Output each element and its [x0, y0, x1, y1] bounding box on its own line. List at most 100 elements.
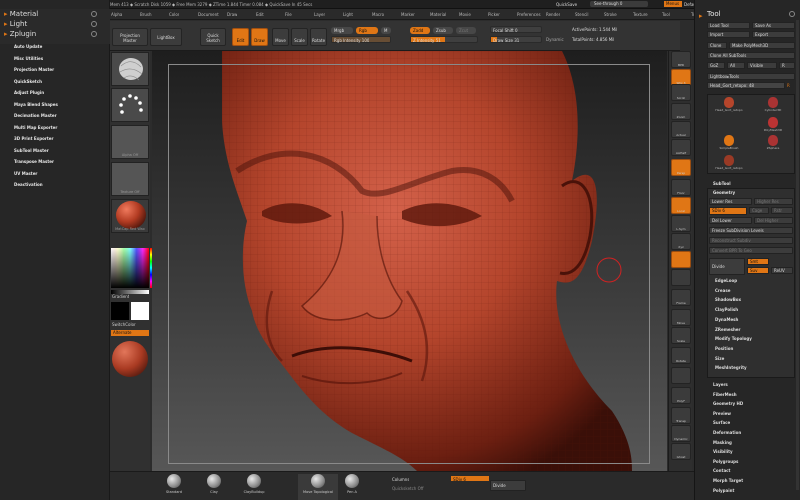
rotate-button[interactable]: Rotate — [310, 28, 327, 46]
clone-button[interactable]: Clone — [707, 42, 727, 49]
plugin-multi-map-exporter[interactable]: Multi Map Exporter — [14, 125, 57, 130]
plugin-uv-master[interactable]: UV Master — [14, 171, 37, 176]
del-lower-button[interactable]: Del Lower — [709, 217, 752, 224]
focal-shift-slider[interactable]: Focal Shift 0 — [490, 26, 542, 33]
tool-r-button[interactable]: R — [787, 83, 790, 88]
view-button-dynamic[interactable]: Dynamic — [671, 425, 691, 442]
geometry-meshintegrity[interactable]: MeshIntegrity — [715, 365, 747, 370]
cage-button[interactable]: Cage — [749, 207, 769, 214]
goz-all-button[interactable]: All — [727, 62, 745, 69]
divide-button[interactable]: Divide — [709, 258, 745, 275]
reconstruct-subdiv-button[interactable]: Reconstruct Subdiv — [709, 237, 793, 244]
plugin-quicksketch[interactable]: QuickSketch — [14, 79, 42, 84]
zplugin-tab[interactable]: ▸ Zplugin — [4, 30, 36, 39]
tool-section-polypaint[interactable]: Polypaint — [713, 488, 734, 493]
view-button-zoom[interactable]: Zoom — [671, 103, 691, 120]
plugin-transpose-master[interactable]: Transpose Master — [14, 159, 54, 164]
menu-document[interactable]: Document — [198, 12, 219, 17]
light-pin-icon[interactable] — [91, 21, 97, 27]
lightbox-button[interactable]: LightBox — [150, 28, 182, 46]
menu-marker[interactable]: Marker — [401, 12, 415, 17]
geometry-claypolish[interactable]: ClayPolish — [715, 307, 738, 312]
quicksave-button[interactable]: QuickSave — [556, 2, 577, 7]
plugin-subtool-master[interactable]: SubTool Master — [14, 148, 49, 153]
rstr-button[interactable]: Rstr — [771, 207, 793, 214]
view-button-transp[interactable]: Transp — [671, 407, 691, 424]
plugin-maya-blend-shapes[interactable]: Maya Blend Shapes — [14, 102, 58, 107]
menu-stroke[interactable]: Stroke — [604, 12, 617, 17]
menu-render[interactable]: Render — [546, 12, 560, 17]
rgb-button[interactable]: Rgb — [356, 27, 378, 34]
edit-button[interactable]: Edit — [232, 28, 249, 46]
see-through-slider[interactable]: See-through 0 — [590, 1, 648, 7]
menu-preferences[interactable]: Preferences — [517, 12, 541, 17]
material-tab[interactable]: ▸ Material — [4, 10, 38, 19]
view-button-l-sym[interactable]: L.Sym — [671, 215, 691, 232]
geometry-size[interactable]: Size — [715, 356, 724, 361]
view-button-blank-17[interactable] — [671, 367, 691, 384]
plugin-adjust-plugin[interactable]: Adjust Plugin — [14, 90, 44, 95]
m-button[interactable]: M — [381, 27, 391, 34]
material-pin-icon[interactable] — [91, 11, 97, 17]
sdiv-slider[interactable]: SDiv 6 — [709, 207, 747, 215]
geometry-modify-topology[interactable]: Modify Topology — [715, 336, 752, 341]
zplugin-pin-icon[interactable] — [91, 31, 97, 37]
tool-thumb-head-gort-retopo[interactable]: Head_Gort_retopo — [710, 155, 748, 173]
lower-res-button[interactable]: Lower Res — [709, 198, 752, 205]
goz-button[interactable]: GoZ — [707, 62, 725, 69]
menu-texture[interactable]: Texture — [633, 12, 648, 17]
plugin-deactivation[interactable]: Deactivation — [14, 182, 43, 187]
geometry-section[interactable]: Geometry — [713, 190, 735, 195]
menu-brush[interactable]: Brush — [140, 12, 152, 17]
zsub-button[interactable]: Zsub — [433, 27, 453, 34]
save-as-button[interactable]: Save As — [752, 22, 795, 29]
current-tool-slider[interactable]: Head_Gort_retopo: 48 — [707, 82, 785, 89]
menu-tool[interactable]: Tool — [662, 12, 670, 17]
brush-pen-a[interactable]: Pen A — [338, 474, 366, 500]
mrgb-button[interactable]: Mrgb — [331, 27, 353, 34]
make-polymesh3d-button[interactable]: Make PolyMesh3D — [729, 42, 795, 49]
view-button-rotate[interactable]: Rotate — [671, 347, 691, 364]
brush-standard[interactable]: Standard — [160, 474, 188, 500]
tool-section-masking[interactable]: Masking — [713, 440, 732, 445]
plugin-projection-master[interactable]: Projection Master — [14, 67, 54, 72]
view-button-move[interactable]: Move — [671, 309, 691, 326]
plugin-auto-update[interactable]: Auto Update — [14, 44, 42, 49]
goz-visible-button[interactable]: Visible — [747, 62, 777, 69]
geometry-dynamesh[interactable]: DynaMesh — [715, 317, 738, 322]
material-thumbnail[interactable]: MatCap Red Wax — [111, 199, 149, 233]
view-button-bpr[interactable]: BPR — [671, 51, 691, 68]
switch-color-button[interactable]: SwitchColor — [112, 322, 136, 327]
bottom-divide-button[interactable]: Divide — [490, 480, 526, 491]
del-higher-button[interactable]: Del Higher — [754, 217, 793, 224]
tool-section-geometry-hd[interactable]: Geometry HD — [713, 401, 743, 406]
quick-sketch-button[interactable]: Quick Sketch — [200, 28, 226, 46]
tool-section-layers[interactable]: Layers — [713, 382, 728, 387]
plugin-decimation-master[interactable]: Decimation Master — [14, 113, 57, 118]
tool-palette-scrollbar[interactable] — [796, 20, 799, 490]
geometry-zremesher[interactable]: ZRemesher — [715, 327, 741, 332]
menu-stencil[interactable]: Stencil — [575, 12, 589, 17]
view-button-frame[interactable]: Frame — [671, 289, 691, 306]
dynamic-button[interactable]: Dynamic — [546, 37, 564, 42]
tool-section-surface[interactable]: Surface — [713, 420, 730, 425]
tool-section-preview[interactable]: Preview — [713, 411, 731, 416]
zcut-button[interactable]: Zcut — [456, 27, 476, 34]
tool-section-contact[interactable]: Contact — [713, 468, 730, 473]
tool-section-visibility[interactable]: Visibility — [713, 449, 733, 454]
view-button-ghost[interactable]: Ghost — [671, 443, 691, 460]
suv-button[interactable]: Suv — [747, 267, 769, 274]
view-button-aahalf[interactable]: AAHalf — [671, 139, 691, 156]
menu-alpha[interactable]: Alpha — [111, 12, 122, 17]
view-button-polyf[interactable]: PolyF — [671, 387, 691, 404]
brush-move-topological[interactable]: Move Topological — [298, 474, 338, 500]
geometry-position[interactable]: Position — [715, 346, 733, 351]
menu-movie[interactable]: Movie — [459, 12, 471, 17]
subtool-section[interactable]: SubTool — [713, 181, 731, 186]
export-button[interactable]: Export — [752, 31, 795, 38]
menu-edit[interactable]: Edit — [256, 12, 264, 17]
menu-file[interactable]: File — [285, 12, 292, 17]
view-button-scroll[interactable]: Scroll — [671, 84, 691, 101]
alpha-thumbnail[interactable]: Alpha Off — [111, 125, 149, 159]
menu-color[interactable]: Color — [169, 12, 179, 17]
